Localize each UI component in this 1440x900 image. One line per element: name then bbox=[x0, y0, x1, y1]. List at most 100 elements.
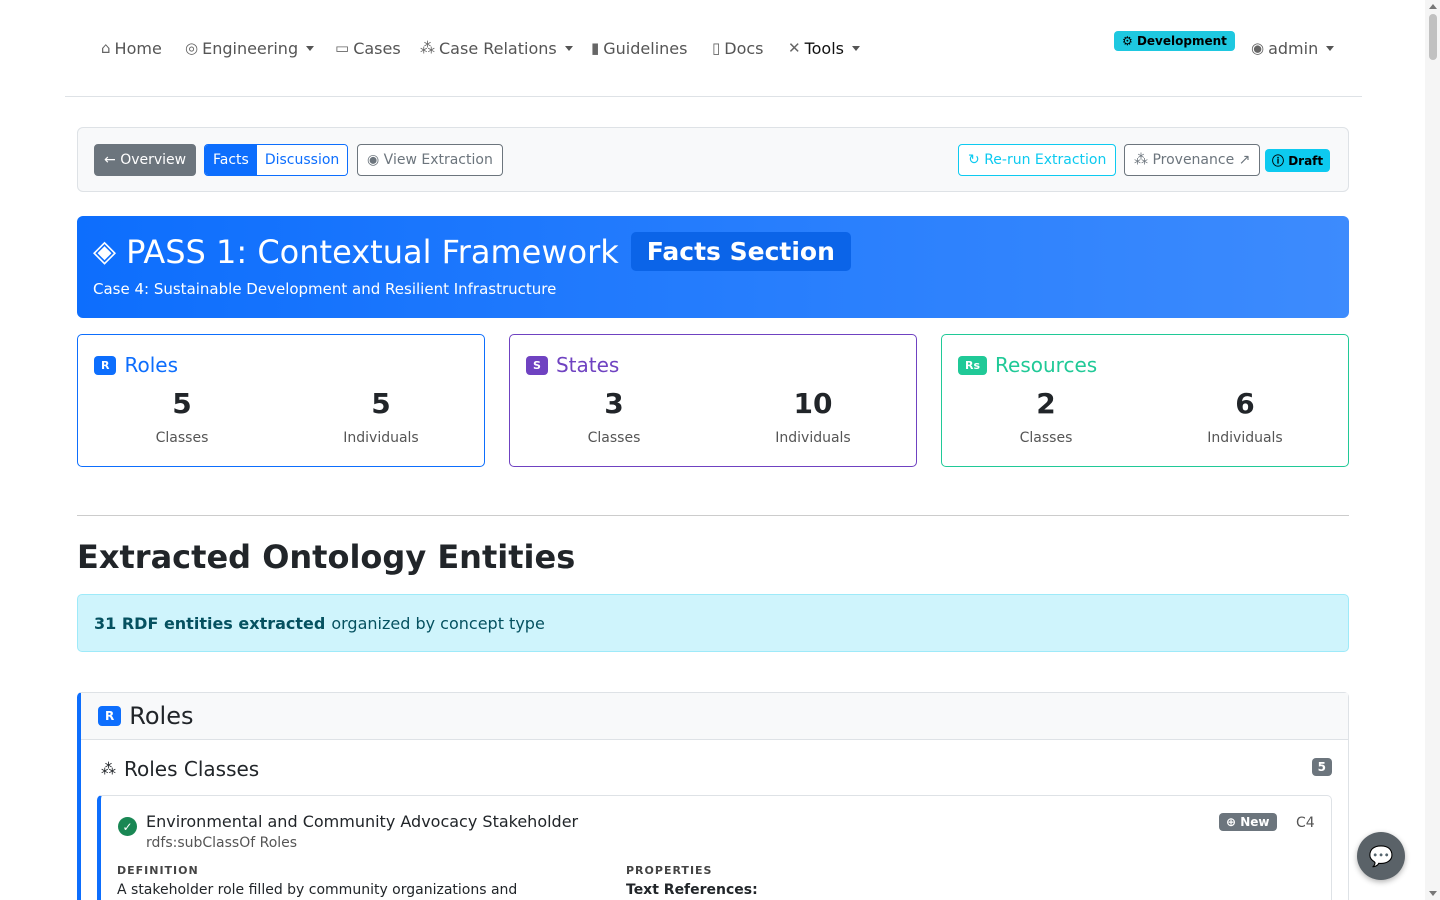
entity-subclass: rdfs:subClassOf Roles bbox=[146, 835, 298, 851]
diagram-icon: ⁂ bbox=[1134, 152, 1153, 168]
facts-tab[interactable]: Facts bbox=[205, 145, 257, 175]
roles-individuals-count: 5 bbox=[371, 387, 391, 420]
states-summary-card: S States 3 Classes 10 Individuals bbox=[509, 334, 917, 467]
roles-individuals-stat: 5 Individuals bbox=[281, 387, 481, 446]
resources-card-title: Resources bbox=[995, 353, 1098, 377]
classes-label: Classes bbox=[1019, 430, 1073, 446]
nav-case-relations[interactable]: ⁂ Case Relations bbox=[420, 36, 573, 60]
chevron-down-icon bbox=[1326, 45, 1335, 51]
classes-label: Classes bbox=[587, 430, 641, 446]
environment-label: Development bbox=[1136, 34, 1227, 48]
classes-label: Classes bbox=[155, 430, 209, 446]
section-badge: Facts Section bbox=[630, 232, 851, 271]
definition-text: A stakeholder role filled by community o… bbox=[117, 882, 518, 898]
resources-summary-card: Rs Resources 2 Classes 6 Individuals bbox=[941, 334, 1349, 467]
diagram-icon: ⁂ bbox=[420, 39, 435, 57]
check-circle-icon: ✓ bbox=[118, 817, 137, 836]
resources-tag: Rs bbox=[958, 355, 988, 375]
rerun-extraction-button[interactable]: ↻ Re-run Extraction bbox=[958, 144, 1117, 176]
section-title: Extracted Ontology Entities bbox=[77, 538, 576, 576]
page-title-text: PASS 1: Contextual Framework bbox=[126, 232, 619, 271]
plus-circle-icon: ⊕ bbox=[1226, 815, 1241, 829]
roles-classes-title: Roles Classes bbox=[124, 757, 260, 781]
nav-engineering-label: Engineering bbox=[202, 38, 299, 58]
user-menu[interactable]: ◉ admin bbox=[1251, 36, 1335, 60]
roles-classes-header[interactable]: ⁂ Roles Classes bbox=[101, 757, 259, 781]
roles-summary-card: R Roles 5 Classes 5 Individuals bbox=[77, 334, 485, 467]
alert-rest-text: organized by concept type bbox=[331, 613, 545, 633]
scrollbar[interactable] bbox=[1425, 0, 1440, 900]
globe-icon: ◎ bbox=[185, 39, 199, 57]
info-icon: ⓘ bbox=[1272, 154, 1289, 168]
nav-cases[interactable]: ▭ Cases bbox=[335, 36, 401, 60]
arrow-left-icon: ← bbox=[104, 152, 121, 168]
rerun-label: Re-run Extraction bbox=[984, 152, 1107, 168]
overview-label: Overview bbox=[120, 152, 187, 168]
book-icon: ▯ bbox=[712, 39, 721, 57]
definition-header: DEFINITION bbox=[117, 864, 199, 877]
nav-cases-label: Cases bbox=[353, 38, 401, 58]
entity-card[interactable]: ✓ Environmental and Community Advocacy S… bbox=[97, 795, 1332, 900]
scroll-up-arrow[interactable] bbox=[1429, 4, 1437, 9]
chat-icon: 💬 bbox=[1368, 844, 1394, 868]
tools-icon: ✕ bbox=[788, 39, 801, 57]
discussion-tab[interactable]: Discussion bbox=[256, 145, 348, 175]
draft-badge: ⓘ Draft bbox=[1265, 149, 1331, 172]
view-extraction-label: View Extraction bbox=[383, 152, 493, 168]
top-navbar: ⌂ Home ◎ Engineering ▭ Cases ⁂ Case Relation… bbox=[65, 0, 1362, 97]
chat-button[interactable]: 💬 bbox=[1357, 832, 1405, 880]
nav-home-label: Home bbox=[114, 38, 162, 58]
scroll-down-arrow[interactable] bbox=[1429, 891, 1437, 896]
states-individuals-stat: 10 Individuals bbox=[713, 387, 913, 446]
entity-count-text: 31 RDF entities extracted bbox=[94, 613, 326, 633]
nav-docs[interactable]: ▯ Docs bbox=[712, 36, 764, 60]
action-toolbar: ← Overview Facts Discussion ◉ View Extra… bbox=[77, 127, 1349, 192]
journal-icon: ▮ bbox=[591, 39, 600, 57]
nav-guidelines[interactable]: ▮ Guidelines bbox=[591, 36, 687, 60]
pass-header: ◈ PASS 1: Contextual Framework Facts Sec… bbox=[77, 216, 1349, 318]
provenance-button[interactable]: ⁂ Provenance ↗ bbox=[1124, 144, 1261, 176]
user-circle-icon: ◉ bbox=[1251, 39, 1265, 57]
chevron-down-icon bbox=[306, 45, 315, 51]
overview-button[interactable]: ← Overview bbox=[94, 144, 197, 176]
nav-engineering[interactable]: ◎ Engineering bbox=[185, 36, 315, 60]
states-classes-count: 3 bbox=[604, 387, 624, 420]
text-references-label: Text References: bbox=[626, 882, 758, 898]
roles-classes-stat: 5 Classes bbox=[82, 387, 282, 446]
refresh-icon: ↻ bbox=[968, 152, 985, 168]
panel-title: Roles bbox=[129, 702, 194, 730]
scrollbar-thumb[interactable] bbox=[1429, 14, 1437, 60]
resources-individuals-count: 6 bbox=[1235, 387, 1255, 420]
resources-classes-stat: 2 Classes bbox=[946, 387, 1146, 446]
states-individuals-count: 10 bbox=[793, 387, 833, 420]
individuals-label: Individuals bbox=[343, 430, 419, 446]
page-title: ◈ PASS 1: Contextual Framework Facts Sec… bbox=[93, 232, 851, 271]
nav-case-relations-label: Case Relations bbox=[439, 38, 557, 58]
provenance-label: Provenance bbox=[1152, 152, 1235, 168]
resources-individuals-stat: 6 Individuals bbox=[1145, 387, 1345, 446]
user-name: admin bbox=[1268, 38, 1319, 58]
properties-header: PROPERTIES bbox=[626, 864, 713, 877]
nav-tools-label: Tools bbox=[804, 38, 844, 58]
roles-classes-count-badge: 5 bbox=[1311, 758, 1332, 776]
status-label: New bbox=[1240, 815, 1270, 829]
panel-tag: R bbox=[98, 706, 122, 726]
eye-icon: ◉ bbox=[367, 152, 384, 168]
nav-tools[interactable]: ✕ Tools bbox=[788, 36, 860, 60]
status-badge: ⊕ New bbox=[1219, 813, 1277, 831]
roles-tag: R bbox=[94, 355, 117, 375]
states-classes-stat: 3 Classes bbox=[514, 387, 714, 446]
home-icon: ⌂ bbox=[101, 39, 111, 57]
nav-home[interactable]: ⌂ Home bbox=[101, 36, 162, 60]
resources-card-header: Rs Resources bbox=[958, 353, 1097, 377]
resources-classes-count: 2 bbox=[1036, 387, 1056, 420]
view-extraction-button[interactable]: ◉ View Extraction bbox=[357, 144, 503, 176]
individuals-label: Individuals bbox=[775, 430, 851, 446]
roles-classes-count: 5 bbox=[172, 387, 192, 420]
case-subtitle: Case 4: Sustainable Development and Resi… bbox=[93, 280, 557, 298]
chevron-down-icon bbox=[852, 45, 860, 51]
folder-icon: ▭ bbox=[335, 39, 350, 57]
section-toggle: Facts Discussion bbox=[204, 144, 349, 176]
nav-docs-label: Docs bbox=[724, 38, 764, 58]
individuals-label: Individuals bbox=[1207, 430, 1283, 446]
